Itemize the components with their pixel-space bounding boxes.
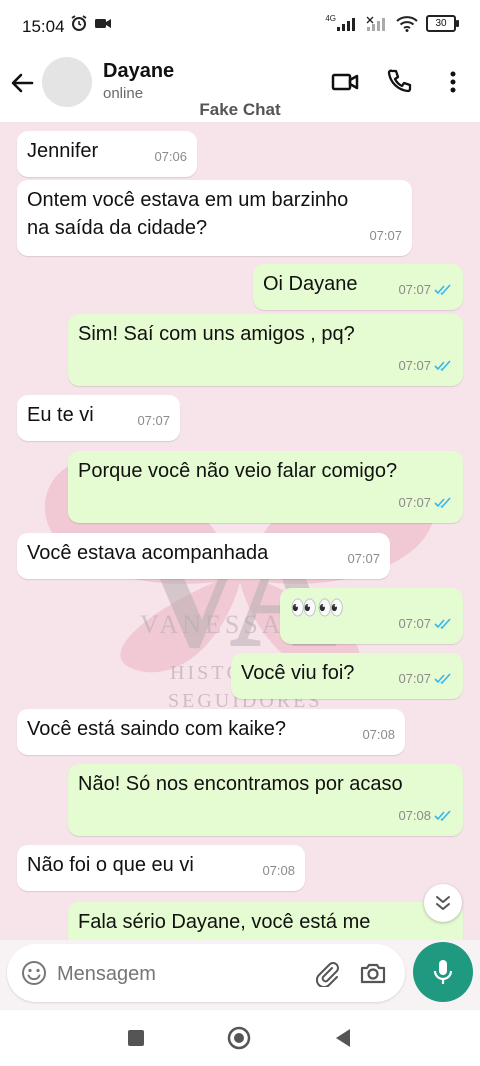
page-subtitle: Fake Chat — [199, 100, 281, 119]
message-input[interactable] — [55, 962, 299, 987]
message-incoming[interactable]: Eu te vi 07:07 — [17, 395, 180, 441]
message-outgoing[interactable]: Não! Só nos encontramos por acaso 07:08 — [68, 764, 463, 836]
mic-button[interactable] — [413, 942, 473, 1002]
message-time: 07:06 — [154, 149, 187, 164]
read-ticks-icon — [434, 673, 451, 685]
message-outgoing[interactable]: 👀👀 07:07 — [280, 588, 463, 644]
read-ticks-icon — [434, 284, 451, 296]
message-text: Você estava acompanhada — [27, 542, 269, 564]
scroll-down-button[interactable] — [424, 884, 462, 922]
message-time: 07:07 — [398, 671, 431, 686]
message-text: Ontem você estava em um barzinho na saíd… — [27, 189, 349, 239]
message-outgoing[interactable]: Você viu foi? 07:07 — [231, 653, 463, 699]
video-record-icon — [95, 19, 111, 28]
message-time: 07:07 — [398, 358, 431, 373]
message-time: 07:07 — [398, 616, 431, 631]
phone-call-icon[interactable] — [384, 67, 414, 97]
back-arrow-icon[interactable] — [8, 69, 36, 97]
message-incoming[interactable]: Não foi o que eu vi 07:08 — [17, 845, 305, 891]
battery-icon: 30 — [426, 15, 459, 32]
video-call-icon[interactable] — [330, 67, 360, 97]
attach-icon[interactable] — [313, 959, 341, 987]
read-ticks-icon — [434, 810, 451, 822]
watermark-line1: VANESSA — [140, 610, 285, 639]
composer-bar — [0, 940, 480, 1010]
message-outgoing[interactable]: Porque você não veio falar comigo? 07:07 — [68, 451, 463, 523]
camera-icon[interactable] — [359, 959, 387, 987]
message-text: Fala sério Dayane, você está me — [78, 911, 371, 933]
message-time: 07:08 — [262, 863, 295, 878]
message-input-container[interactable] — [7, 944, 405, 1002]
contact-name[interactable]: Dayane — [103, 60, 174, 83]
mic-icon — [433, 960, 453, 984]
message-incoming[interactable]: Você está saindo com kaike? 07:08 — [17, 709, 405, 755]
message-incoming[interactable]: Ontem você estava em um barzinho na saíd… — [17, 180, 412, 256]
message-outgoing[interactable]: Fala sério Dayane, você está me — [68, 902, 463, 940]
message-time: 07:07 — [347, 551, 380, 566]
message-outgoing[interactable]: Sim! Saí com uns amigos , pq? 07:07 — [68, 314, 463, 386]
emoji-icon[interactable] — [21, 960, 47, 986]
chat-area[interactable]: VA VANESSA HISTÓRIAS SEGUIDORES Jennifer… — [0, 122, 480, 940]
system-nav-bar — [0, 1010, 480, 1066]
message-text: Sim! Saí com uns amigos , pq? — [78, 323, 355, 345]
status-time: 15:04 — [22, 17, 65, 36]
message-incoming[interactable]: Jennifer 07:06 — [17, 131, 197, 177]
more-options-icon[interactable] — [438, 67, 468, 97]
message-time: 07:08 — [362, 727, 395, 742]
message-text: Porque você não veio falar comigo? — [78, 460, 398, 482]
home-icon[interactable] — [227, 1026, 251, 1050]
message-time: 07:07 — [137, 413, 170, 428]
read-ticks-icon — [434, 360, 451, 372]
message-incoming[interactable]: Você estava acompanhada 07:07 — [17, 533, 390, 579]
recent-apps-icon[interactable] — [124, 1026, 148, 1050]
message-time: 07:07 — [398, 495, 431, 510]
chat-header: Dayane online Fake Chat — [0, 52, 480, 122]
double-chevron-down-icon — [436, 896, 450, 910]
back-nav-icon[interactable] — [332, 1026, 356, 1050]
message-text: Você está saindo com kaike? — [27, 718, 287, 740]
alarm-icon — [71, 15, 87, 31]
read-ticks-icon — [434, 497, 451, 509]
message-time: 07:08 — [398, 808, 431, 823]
signal-weak-icon — [366, 16, 385, 31]
message-time: 07:07 — [398, 282, 431, 297]
signal-icon — [337, 17, 355, 31]
read-ticks-icon — [434, 618, 451, 630]
message-time: 07:07 — [369, 228, 402, 243]
status-bar: 15:04 4G 30 — [0, 0, 480, 52]
message-text: Não foi o que eu vi — [27, 854, 194, 876]
message-outgoing[interactable]: Oi Dayane 07:07 — [253, 264, 463, 310]
network-label: 4G — [325, 14, 336, 23]
wifi-icon — [396, 15, 418, 32]
message-text: Não! Só nos encontramos por acaso — [78, 773, 403, 795]
